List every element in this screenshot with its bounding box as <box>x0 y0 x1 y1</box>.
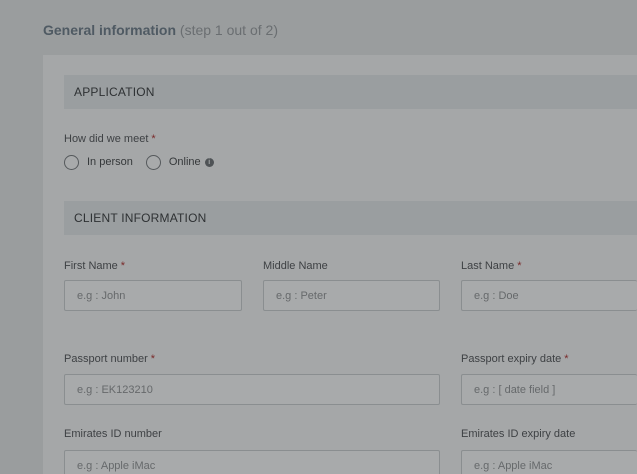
passport-number-label: Passport number * <box>64 353 156 365</box>
first-name-label: First Name * <box>64 260 126 272</box>
section-header-client: CLIENT INFORMATION <box>64 201 637 235</box>
radio-online-label: Online <box>168 156 201 168</box>
passport-expiry-label: Passport expiry date * <box>461 353 569 365</box>
passport-expiry-field[interactable]: e.g : [ date field ] <box>461 374 637 405</box>
radio-circle-icon[interactable] <box>64 154 79 170</box>
middle-name-label: Middle Name <box>263 260 328 272</box>
emirates-expiry-label: Emirates ID expiry date <box>461 428 576 440</box>
form-card <box>43 55 637 474</box>
section-header-application: APPLICATION <box>64 75 637 109</box>
meet-label: How did we meet * <box>64 133 156 145</box>
required-mark: * <box>151 133 156 145</box>
info-icon[interactable]: i <box>204 157 214 167</box>
meet-label-text: How did we meet <box>64 133 149 145</box>
emirates-id-field[interactable]: e.g : Apple iMac <box>64 450 440 474</box>
page-title-text: General information <box>43 22 177 38</box>
passport-number-field[interactable]: e.g : EK123210 <box>64 374 440 405</box>
emirates-expiry-field[interactable]: e.g : Apple iMac <box>461 450 637 474</box>
middle-name-field[interactable]: e.g : Peter <box>263 280 440 311</box>
last-name-label: Last Name * <box>461 260 522 272</box>
radio-in-person-label: In person <box>87 156 133 168</box>
last-name-field[interactable]: e.g : Doe <box>461 280 637 311</box>
page-title: General information (step 1 out of 2) <box>43 22 278 38</box>
step-indicator: (step 1 out of 2) <box>179 22 278 38</box>
radio-online[interactable]: Online i <box>145 154 214 170</box>
radio-in-person[interactable]: In person <box>64 154 133 170</box>
radio-circle-icon[interactable] <box>145 154 161 170</box>
meet-radio-group: In person Online i <box>64 153 227 171</box>
emirates-id-label: Emirates ID number <box>64 428 162 440</box>
first-name-field[interactable]: e.g : John <box>64 280 242 311</box>
